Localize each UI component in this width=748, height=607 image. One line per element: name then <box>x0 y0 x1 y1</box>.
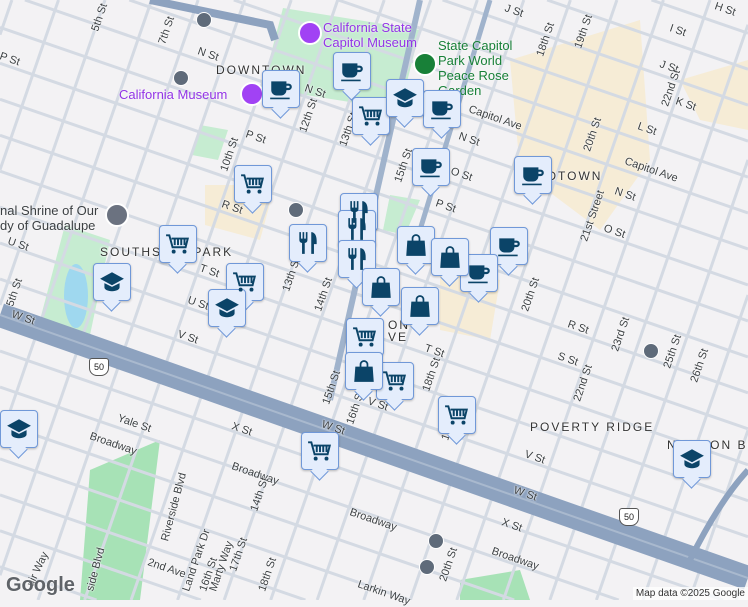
map-marker-grocery[interactable] <box>346 318 384 356</box>
transit-station-icon[interactable] <box>643 343 659 359</box>
map-marker-cafe[interactable] <box>412 148 450 186</box>
graduation-cap-icon <box>214 295 240 321</box>
poi-shrine-guadalupe[interactable]: nal Shrine of Our dy of Guadalupe <box>0 203 102 233</box>
map-attribution[interactable]: Map data ©2025 Google <box>633 587 748 600</box>
museum-icon[interactable] <box>298 21 322 45</box>
transit-station-icon[interactable] <box>173 70 189 86</box>
coffee-cup-icon <box>268 76 294 102</box>
transit-station-icon[interactable] <box>419 559 435 575</box>
map-marker-school[interactable] <box>386 79 424 117</box>
map-marker-cafe[interactable] <box>333 52 371 90</box>
map-marker-store[interactable] <box>345 352 383 390</box>
map-marker-grocery[interactable] <box>376 362 414 400</box>
poi-rose-garden[interactable]: State Capitol Park World Peace Rose Gard… <box>438 38 528 98</box>
shopping-bag-icon <box>351 358 377 384</box>
poi-california-state-capitol-museum[interactable]: California State Capitol Museum <box>323 20 433 50</box>
shopping-bag-icon <box>368 274 394 300</box>
map-marker-grocery[interactable] <box>438 396 476 434</box>
fork-knife-icon <box>344 246 370 272</box>
graduation-cap-icon <box>679 446 705 472</box>
map-marker-grocery[interactable] <box>352 97 390 135</box>
shopping-bag-icon <box>407 293 433 319</box>
shopping-cart-icon <box>352 324 378 350</box>
transit-station-icon[interactable] <box>428 533 444 549</box>
coffee-cup-icon <box>339 58 365 84</box>
shopping-cart-icon <box>444 402 470 428</box>
graduation-cap-icon <box>99 269 125 295</box>
shopping-cart-icon <box>165 231 191 257</box>
us-50-shield: 50 <box>619 508 639 526</box>
coffee-cup-icon <box>496 233 522 259</box>
fork-knife-icon <box>344 216 370 242</box>
museum-icon[interactable] <box>240 82 264 106</box>
area-label-partial-2: VE <box>388 330 408 344</box>
area-label-poverty-ridge: POVERTY RIDGE <box>530 420 654 434</box>
shopping-bag-icon <box>403 232 429 258</box>
us-50-shield: 50 <box>89 358 109 376</box>
map-marker-store[interactable] <box>431 238 469 276</box>
transit-station-icon[interactable] <box>288 202 304 218</box>
fork-knife-icon <box>295 230 321 256</box>
shopping-bag-icon <box>437 244 463 270</box>
poi-california-museum[interactable]: California Museum <box>119 87 227 102</box>
flower-garden-icon[interactable] <box>413 52 437 76</box>
map-marker-school[interactable] <box>0 410 38 448</box>
coffee-cup-icon <box>520 162 546 188</box>
map-marker-cafe[interactable] <box>460 254 498 292</box>
map-marker-grocery[interactable] <box>159 225 197 263</box>
graduation-cap-icon <box>6 416 32 442</box>
shopping-cart-icon <box>307 438 333 464</box>
map-marker-restaurant[interactable] <box>289 224 327 262</box>
coffee-cup-icon <box>466 260 492 286</box>
map-marker-cafe[interactable] <box>423 90 461 128</box>
coffee-cup-icon <box>418 154 444 180</box>
shopping-cart-icon <box>240 171 266 197</box>
map-marker-grocery[interactable] <box>234 165 272 203</box>
map-marker-store[interactable] <box>397 226 435 264</box>
transit-station-icon[interactable] <box>196 12 212 28</box>
shopping-cart-icon <box>232 269 258 295</box>
map-marker-cafe[interactable] <box>514 156 552 194</box>
map-marker-grocery[interactable] <box>301 432 339 470</box>
map-marker-school[interactable] <box>673 440 711 478</box>
map-marker-cafe[interactable] <box>262 70 300 108</box>
map-marker-store[interactable] <box>401 287 439 325</box>
church-icon[interactable] <box>105 203 129 227</box>
graduation-cap-icon <box>392 85 418 111</box>
map-marker-store[interactable] <box>362 268 400 306</box>
map-marker-school[interactable] <box>93 263 131 301</box>
shopping-cart-icon <box>358 103 384 129</box>
coffee-cup-icon <box>429 96 455 122</box>
google-logo[interactable]: Google <box>6 574 75 597</box>
shopping-cart-icon <box>382 368 408 394</box>
